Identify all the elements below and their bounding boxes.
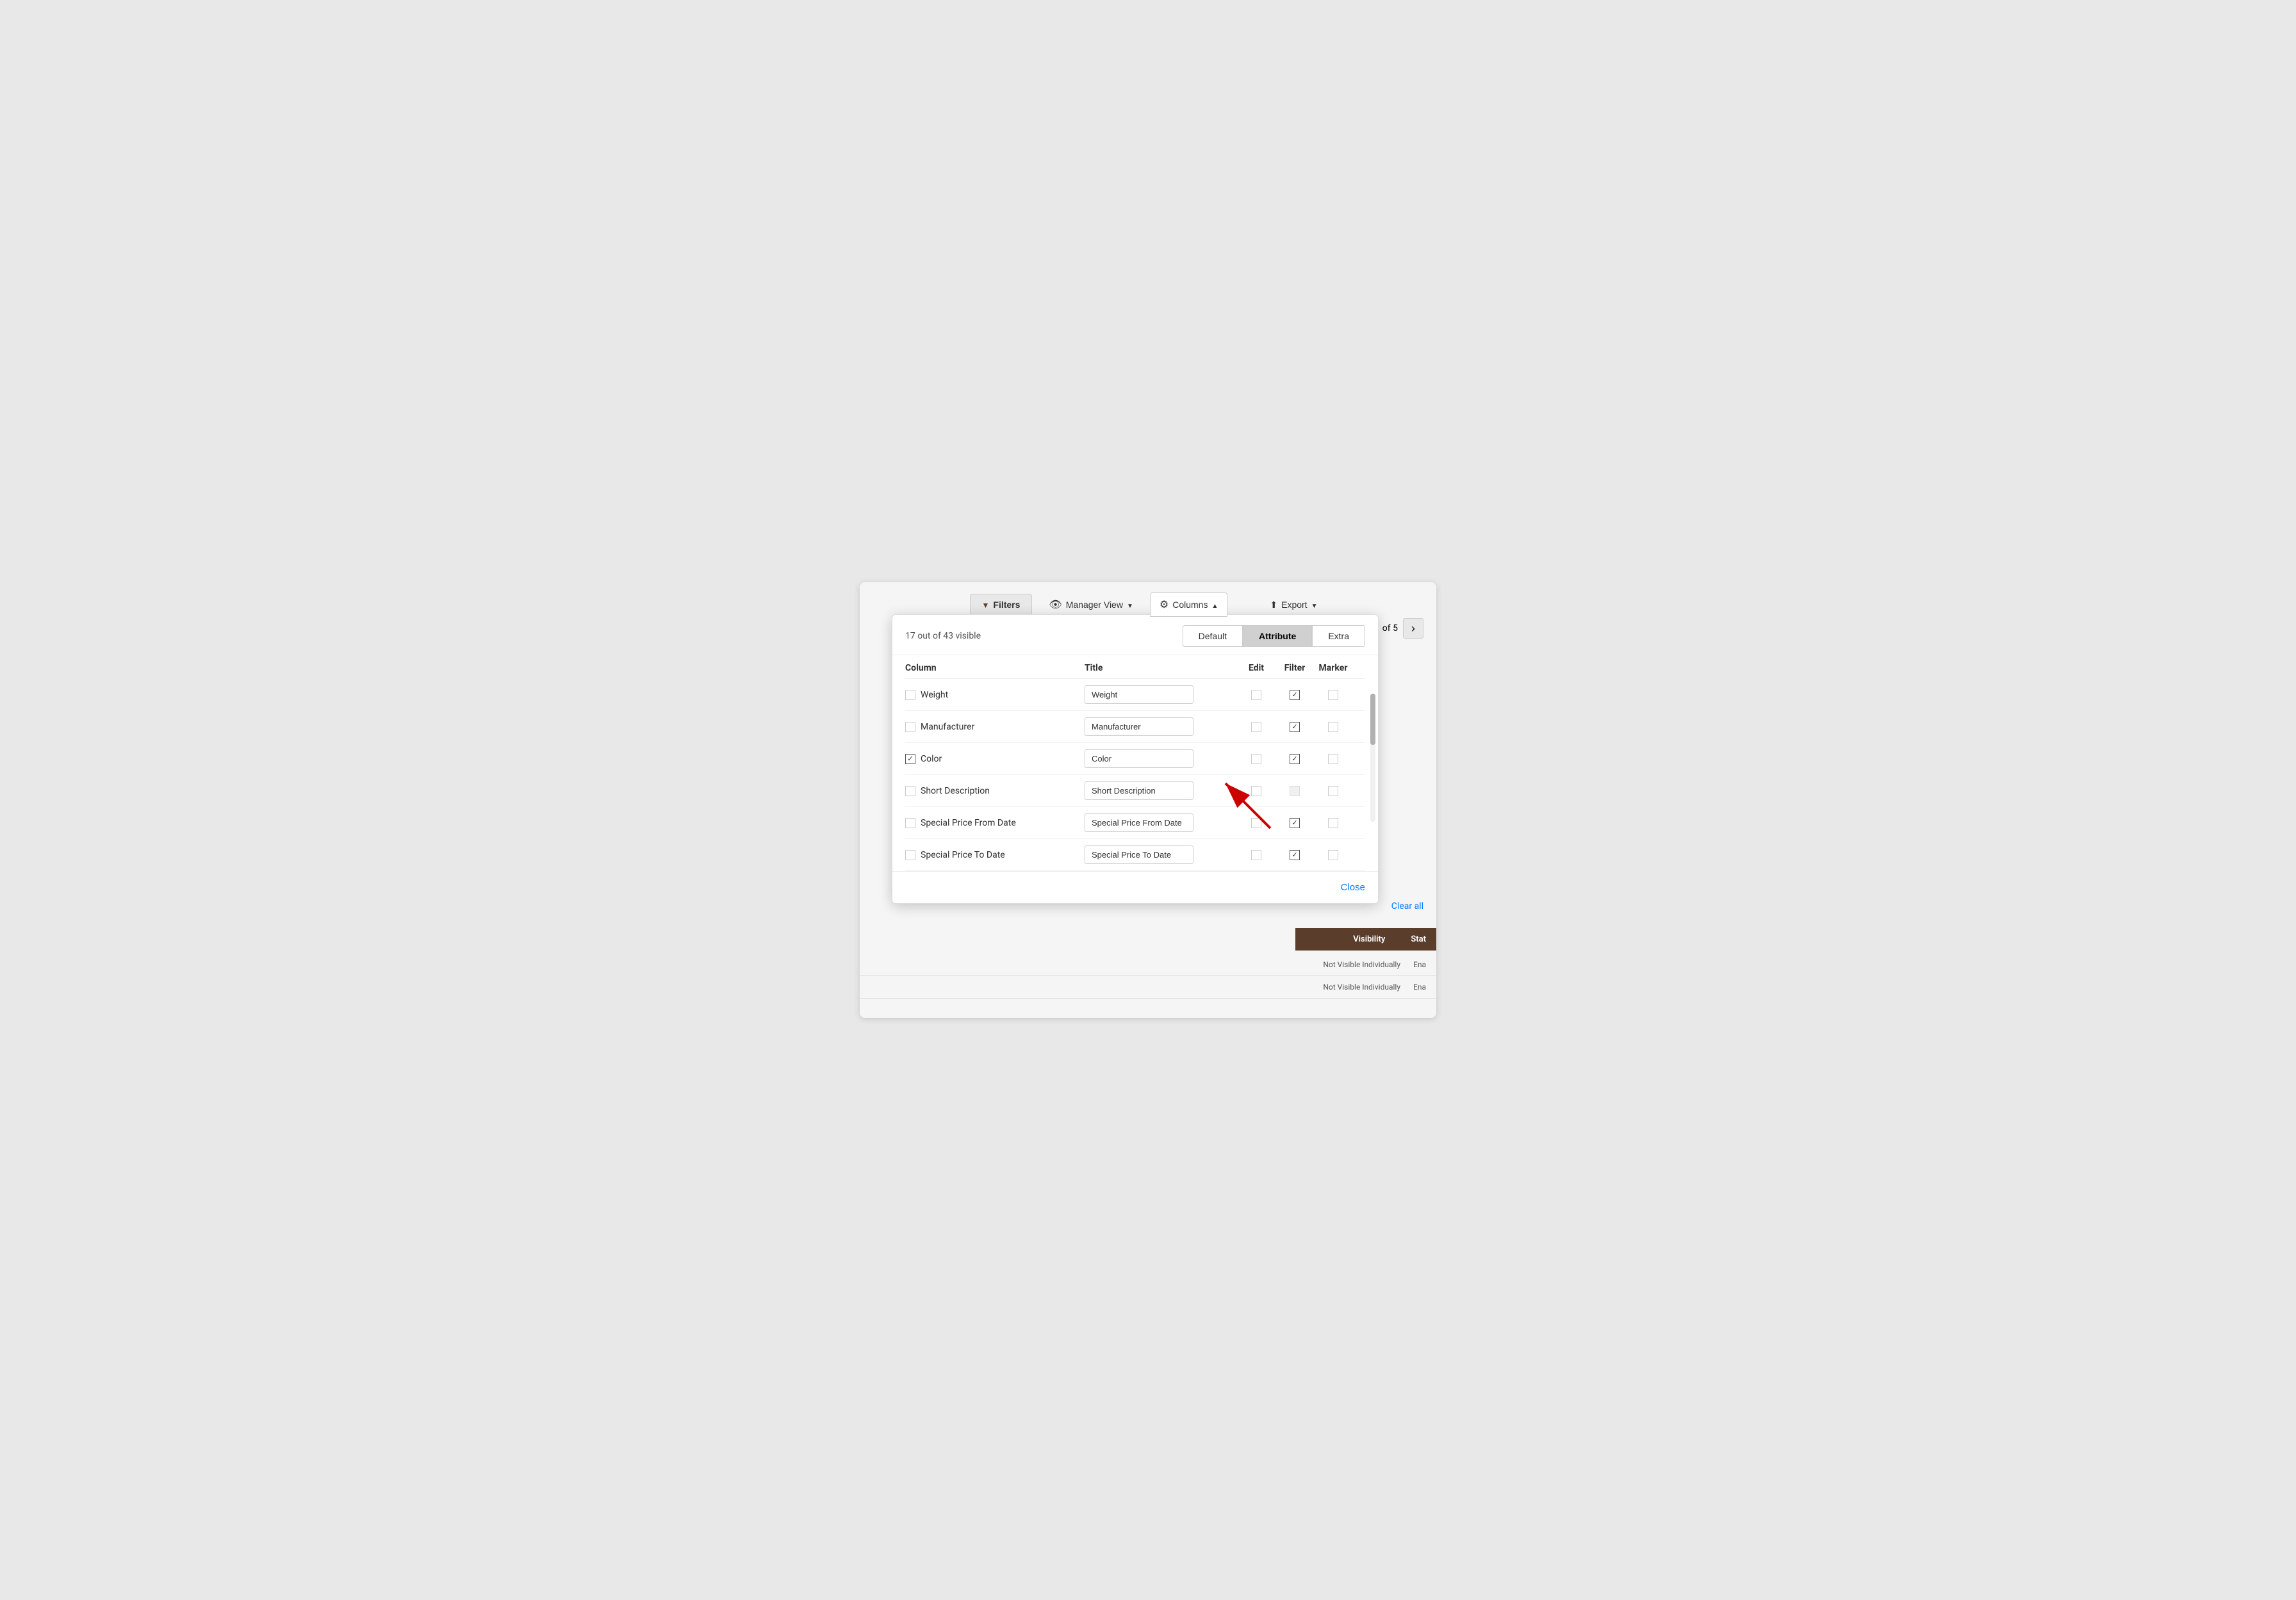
clear-all-link[interactable]: Clear all xyxy=(1391,901,1423,911)
row-manufacturer-edit-checkbox[interactable] xyxy=(1251,722,1261,732)
row-price-from-filter-checkbox[interactable] xyxy=(1290,818,1300,828)
chevron-up-icon xyxy=(1211,600,1218,610)
scrollbar-thumb[interactable] xyxy=(1370,694,1375,745)
pagination-of: of 5 xyxy=(1382,623,1398,633)
chevron-down-icon xyxy=(1127,600,1133,610)
row-color-marker-checkbox[interactable] xyxy=(1328,754,1338,764)
col-header-edit: Edit xyxy=(1237,663,1275,673)
row-short-desc-marker-checkbox[interactable] xyxy=(1328,786,1338,796)
row-weight-title-input[interactable] xyxy=(1085,685,1193,704)
tabs: Default Attribute Extra xyxy=(1183,625,1365,647)
manager-view-button[interactable]: Manager View xyxy=(1040,593,1142,616)
row-color-title-input[interactable] xyxy=(1085,749,1193,768)
next-page-button[interactable] xyxy=(1403,618,1423,639)
row-short-desc-col-checkbox[interactable] xyxy=(905,786,915,796)
row-weight-marker-checkbox[interactable] xyxy=(1328,690,1338,700)
visible-count: 17 out of 43 visible xyxy=(905,631,981,641)
row-short-desc-edit-checkbox[interactable] xyxy=(1251,786,1261,796)
row-manufacturer-col-checkbox[interactable] xyxy=(905,722,915,732)
tab-extra[interactable]: Extra xyxy=(1312,625,1365,647)
export-icon xyxy=(1270,600,1277,610)
row-weight-edit-checkbox[interactable] xyxy=(1251,690,1261,700)
export-label: Export xyxy=(1281,600,1307,610)
tab-attribute[interactable]: Attribute xyxy=(1243,625,1312,647)
bg-visibility-header: Visibility xyxy=(1353,935,1385,944)
filters-label: Filters xyxy=(993,600,1020,610)
row-price-to-filter-checkbox[interactable] xyxy=(1290,850,1300,860)
row-price-to-marker-checkbox[interactable] xyxy=(1328,850,1338,860)
modal-header: 17 out of 43 visible Default Attribute E… xyxy=(892,615,1378,655)
col-header-marker: Marker xyxy=(1314,663,1352,673)
scrollbar-track[interactable] xyxy=(1370,694,1375,822)
table-row: Color xyxy=(905,743,1365,775)
filter-icon xyxy=(982,600,990,610)
bg-row1-visibility: Not Visible Individually xyxy=(1323,960,1400,969)
row-price-to-title-input[interactable] xyxy=(1085,845,1193,864)
row-price-from-edit-checkbox[interactable] xyxy=(1251,818,1261,828)
row-manufacturer-name: Manufacturer xyxy=(905,722,1085,732)
bg-status-header: Stat xyxy=(1411,935,1426,944)
filters-button[interactable]: Filters xyxy=(970,594,1033,616)
table-row: Short Description xyxy=(905,775,1365,807)
row-price-to-edit-checkbox[interactable] xyxy=(1251,850,1261,860)
table-row: Special Price To Date xyxy=(905,839,1365,871)
row-color-edit-checkbox[interactable] xyxy=(1251,754,1261,764)
tab-default[interactable]: Default xyxy=(1183,625,1243,647)
row-price-from-title-input[interactable] xyxy=(1085,813,1193,832)
row-manufacturer-title-input[interactable] xyxy=(1085,717,1193,736)
export-button[interactable]: Export xyxy=(1261,594,1326,616)
columns-label: Columns xyxy=(1172,600,1208,610)
col-header-filter: Filter xyxy=(1275,663,1314,673)
chevron-right-icon xyxy=(1411,622,1415,635)
eye-icon xyxy=(1049,598,1062,611)
columns-modal: 17 out of 43 visible Default Attribute E… xyxy=(892,614,1379,904)
row-color-col-checkbox[interactable] xyxy=(905,754,915,764)
modal-footer: Close xyxy=(892,871,1378,903)
manager-view-label: Manager View xyxy=(1066,600,1123,610)
bg-row1-status: Ena xyxy=(1413,960,1426,969)
row-manufacturer-filter-checkbox[interactable] xyxy=(1290,722,1300,732)
columns-button[interactable]: Columns xyxy=(1150,592,1228,617)
row-weight-col-checkbox[interactable] xyxy=(905,690,915,700)
row-weight-filter-checkbox[interactable] xyxy=(1290,690,1300,700)
close-button[interactable]: Close xyxy=(1341,882,1365,893)
row-price-to-name: Special Price To Date xyxy=(905,850,1085,860)
bg-row2-status: Ena xyxy=(1413,983,1426,992)
pagination: of 5 xyxy=(1382,618,1423,639)
table-row: Manufacturer xyxy=(905,711,1365,743)
row-short-desc-filter-checkbox[interactable] xyxy=(1290,786,1300,796)
row-price-from-col-checkbox[interactable] xyxy=(905,818,915,828)
table-row: Special Price From Date xyxy=(905,807,1365,839)
page-wrapper: Filters Manager View Columns Export Visi… xyxy=(860,582,1436,1018)
row-color-name: Color xyxy=(905,754,1085,764)
gear-icon xyxy=(1160,598,1168,611)
background-content: Visibility Stat Not Visible Individually… xyxy=(860,928,1436,1018)
row-price-from-name: Special Price From Date xyxy=(905,818,1085,828)
row-price-to-col-checkbox[interactable] xyxy=(905,850,915,860)
row-color-filter-checkbox[interactable] xyxy=(1290,754,1300,764)
col-header-title: Title xyxy=(1085,663,1237,673)
row-short-desc-title-input[interactable] xyxy=(1085,781,1193,800)
chevron-down-icon-export xyxy=(1311,600,1318,610)
bg-row2-visibility: Not Visible Individually xyxy=(1323,983,1400,992)
table-header: Column Title Edit Filter Marker xyxy=(905,655,1365,679)
columns-table: Column Title Edit Filter Marker Weight xyxy=(892,655,1378,871)
row-manufacturer-marker-checkbox[interactable] xyxy=(1328,722,1338,732)
row-short-desc-name: Short Description xyxy=(905,786,1085,796)
row-price-from-marker-checkbox[interactable] xyxy=(1328,818,1338,828)
table-row: Weight xyxy=(905,679,1365,711)
row-weight-name: Weight xyxy=(905,690,1085,700)
col-header-column: Column xyxy=(905,663,1085,673)
